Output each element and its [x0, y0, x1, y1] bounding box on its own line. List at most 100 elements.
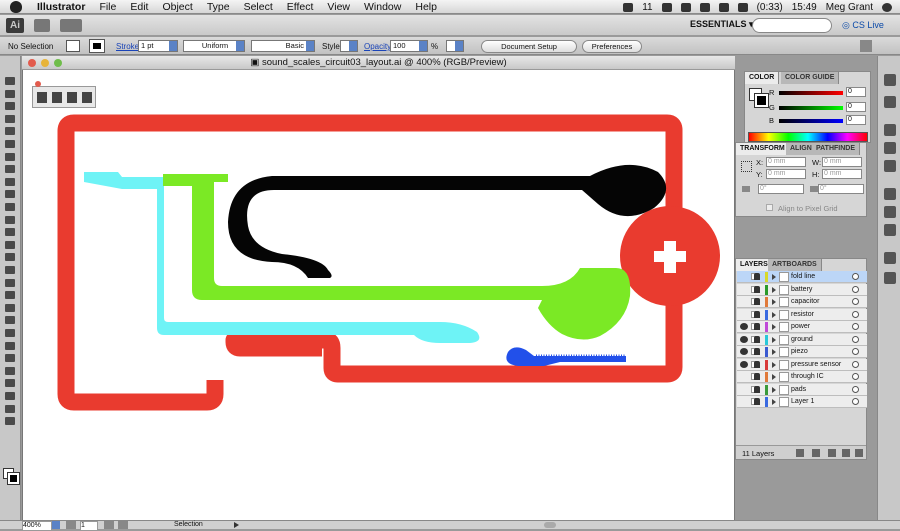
tab-transform[interactable]: TRANSFORM	[736, 143, 790, 155]
perspective-grid-tool-icon[interactable]	[4, 290, 16, 301]
expand-triangle-icon[interactable]	[772, 386, 776, 393]
target-circle-icon[interactable]	[852, 398, 859, 405]
minimize-window-icon[interactable]	[41, 59, 49, 67]
target-circle-icon[interactable]	[852, 298, 859, 305]
sync-icon[interactable]	[661, 2, 672, 12]
chevron-down-icon[interactable]	[419, 41, 427, 51]
expand-triangle-icon[interactable]	[772, 374, 776, 380]
layer-row[interactable]: through IC	[737, 371, 867, 383]
opacity-field[interactable]: 100	[390, 40, 428, 52]
brush-definition[interactable]: Basic	[251, 40, 315, 52]
menu-object[interactable]: Object	[155, 1, 199, 13]
chevron-down-icon[interactable]	[349, 41, 357, 51]
adobe-icon[interactable]	[623, 2, 634, 12]
swatches-icon[interactable]	[884, 124, 896, 136]
type-tool-icon[interactable]	[4, 139, 16, 150]
tab-color[interactable]: COLOR	[745, 72, 780, 84]
target-circle-icon[interactable]	[852, 348, 859, 355]
status-menu-icon[interactable]	[234, 522, 239, 528]
menu-select[interactable]: Select	[237, 1, 280, 13]
stroke-icon[interactable]	[884, 188, 896, 200]
status-tool[interactable]: Selection	[174, 521, 203, 529]
green-value[interactable]: 0	[846, 102, 866, 112]
volume-icon[interactable]	[718, 2, 729, 12]
layer-row[interactable]: pressure sensor	[737, 358, 867, 371]
new-layer-icon[interactable]	[842, 449, 850, 457]
recolor-icon[interactable]	[446, 40, 464, 52]
symbol-sprayer-tool-icon[interactable]	[4, 353, 16, 364]
zoom-window-icon[interactable]	[54, 59, 62, 67]
visibility-eye-icon[interactable]	[740, 298, 748, 305]
tab-color-guide[interactable]: COLOR GUIDE	[781, 72, 840, 84]
stroke-color-swatch[interactable]	[754, 93, 769, 108]
shape-builder-tool-icon[interactable]	[4, 278, 16, 289]
appearance-icon[interactable]	[884, 252, 896, 264]
target-circle-icon[interactable]	[852, 285, 859, 293]
layer-row[interactable]: pads	[737, 383, 867, 396]
artboard-tool-icon[interactable]	[4, 378, 16, 389]
red-value[interactable]: 0	[846, 87, 866, 97]
mesh-tool-icon[interactable]	[4, 303, 16, 314]
zoom-dropdown-icon[interactable]	[52, 521, 60, 529]
expand-triangle-icon[interactable]	[772, 286, 776, 293]
target-circle-icon[interactable]	[852, 385, 859, 393]
expand-triangle-icon[interactable]	[772, 299, 776, 305]
layer-row[interactable]: resistor	[737, 308, 867, 321]
hand-tool-icon[interactable]	[4, 404, 16, 415]
trash-icon[interactable]	[855, 449, 863, 457]
chevron-down-icon[interactable]	[306, 41, 314, 51]
visibility-eye-icon[interactable]	[740, 311, 748, 318]
paintbrush-tool-icon[interactable]	[4, 177, 16, 188]
menu-app-name[interactable]: Illustrator	[30, 1, 92, 13]
document-canvas[interactable]	[22, 56, 735, 521]
layer-row[interactable]: piezo	[737, 346, 867, 358]
zoom-tool-icon[interactable]	[4, 416, 16, 427]
visibility-eye-icon[interactable]	[740, 398, 748, 405]
visibility-eye-icon[interactable]	[740, 286, 748, 293]
expand-triangle-icon[interactable]	[772, 324, 776, 330]
expand-triangle-icon[interactable]	[772, 336, 776, 343]
chevron-down-icon[interactable]	[455, 41, 463, 51]
apple-icon[interactable]	[10, 0, 22, 13]
artwork[interactable]	[22, 56, 735, 521]
bridge-icon[interactable]	[34, 19, 50, 32]
user-name[interactable]: Meg Grant	[826, 2, 873, 13]
visibility-eye-icon[interactable]	[740, 335, 748, 343]
layer-row[interactable]: battery	[737, 283, 867, 296]
shear-field[interactable]: 0°	[818, 184, 864, 194]
direct-selection-tool-icon[interactable]	[4, 89, 16, 100]
chevron-down-icon[interactable]	[169, 41, 177, 51]
panel-menu-icon[interactable]	[860, 40, 872, 52]
zoom-field[interactable]: 400%	[22, 521, 52, 531]
battery-icon[interactable]	[737, 2, 748, 12]
layer-row[interactable]: Layer 1	[737, 396, 867, 408]
rotate-field[interactable]: 0°	[758, 184, 804, 194]
layer-row[interactable]: ground	[737, 333, 867, 346]
document-setup-button[interactable]: Document Setup	[481, 40, 577, 53]
align-pixel-checkbox[interactable]	[766, 204, 773, 211]
blend-tool-icon[interactable]	[4, 341, 16, 352]
magic-wand-tool-icon[interactable]	[4, 101, 16, 112]
layer-row[interactable]: fold line	[737, 271, 867, 283]
menu-file[interactable]: File	[92, 1, 123, 13]
first-artboard-icon[interactable]	[66, 521, 76, 529]
clock[interactable]: 15:49	[792, 2, 817, 13]
layer-row[interactable]: power	[737, 321, 867, 333]
graphic-styles-icon[interactable]	[884, 272, 896, 284]
workspace-switcher[interactable]: ESSENTIALS ▾	[690, 19, 754, 30]
search-input[interactable]	[752, 18, 832, 33]
opacity-link[interactable]: Opacity	[364, 42, 391, 51]
color-spectrum[interactable]	[748, 132, 868, 142]
notification-badge[interactable]: 11	[642, 2, 652, 13]
make-clipping-mask-icon[interactable]	[812, 449, 820, 457]
locate-object-icon[interactable]	[796, 449, 804, 457]
artboard-number[interactable]: 1	[80, 521, 98, 531]
column-graph-tool-icon[interactable]	[4, 366, 16, 377]
horizontal-scrollbar[interactable]	[544, 522, 556, 528]
chevron-down-icon[interactable]	[236, 41, 244, 51]
gradient-tool-icon[interactable]	[4, 315, 16, 326]
selection-tool-icon[interactable]	[4, 76, 16, 87]
reference-point-icon[interactable]	[741, 161, 752, 172]
close-window-icon[interactable]	[28, 59, 36, 67]
menu-help[interactable]: Help	[408, 1, 444, 13]
